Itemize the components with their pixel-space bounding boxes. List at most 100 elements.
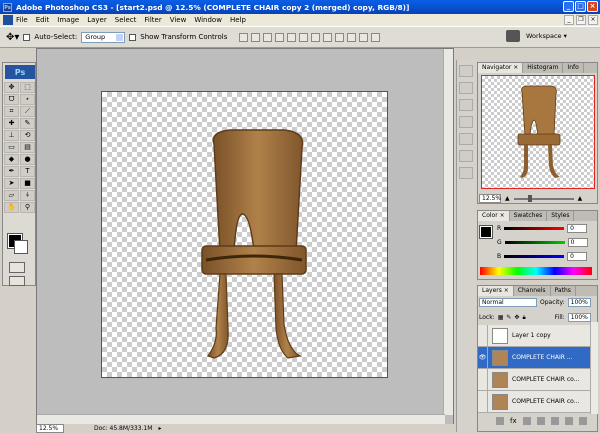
layer-row[interactable]: Layer 1 copy bbox=[478, 325, 590, 347]
slider-thumb[interactable] bbox=[527, 194, 532, 202]
trash-icon[interactable] bbox=[578, 417, 587, 425]
character-panel-icon[interactable] bbox=[459, 150, 473, 162]
lock-transparency-icon[interactable]: ▦ bbox=[498, 314, 504, 321]
new-group-icon[interactable] bbox=[550, 417, 559, 425]
eyedropper-icon[interactable]: ⍭ bbox=[20, 190, 35, 201]
dodge-tool-icon[interactable]: ● bbox=[20, 154, 35, 165]
visibility-toggle[interactable] bbox=[478, 391, 488, 412]
navigator-zoom-slider[interactable] bbox=[513, 194, 574, 202]
screen-mode-button[interactable] bbox=[9, 276, 25, 286]
brush-tool-icon[interactable]: ✎ bbox=[20, 118, 35, 129]
doc-close-button[interactable]: × bbox=[588, 15, 598, 25]
tab-paths[interactable]: Paths bbox=[551, 286, 576, 296]
channel-r-value[interactable]: 0 bbox=[567, 224, 588, 233]
distribute-left-icon[interactable] bbox=[347, 32, 357, 42]
hand-tool-icon[interactable]: ✋ bbox=[4, 202, 19, 213]
layer-row[interactable]: COMPLETE CHAIR co... bbox=[478, 391, 590, 413]
tab-channels[interactable]: Channels bbox=[514, 286, 551, 296]
menu-filter[interactable]: Filter bbox=[144, 16, 161, 24]
align-left-icon[interactable] bbox=[275, 32, 285, 42]
path-select-icon[interactable]: ➤ bbox=[4, 178, 19, 189]
visibility-toggle[interactable] bbox=[478, 369, 488, 390]
channel-b-slider[interactable] bbox=[504, 255, 565, 258]
tab-navigator[interactable]: Navigator × bbox=[478, 63, 524, 73]
adjustment-layer-icon[interactable] bbox=[536, 417, 545, 425]
navigator-zoom-field[interactable]: 12.5% bbox=[479, 194, 501, 203]
menu-help[interactable]: Help bbox=[230, 16, 246, 24]
lock-pixels-icon[interactable]: ✎ bbox=[506, 314, 511, 321]
lasso-tool-icon[interactable]: ᗜ bbox=[4, 94, 19, 105]
distribute-hcenter-icon[interactable] bbox=[359, 32, 369, 42]
eraser-tool-icon[interactable]: ▭ bbox=[4, 142, 19, 153]
pen-tool-icon[interactable]: ✒ bbox=[4, 166, 19, 177]
layers-scrollbar[interactable] bbox=[590, 322, 598, 414]
actions-panel-icon[interactable] bbox=[459, 82, 473, 94]
menu-window[interactable]: Window bbox=[194, 16, 222, 24]
menu-edit[interactable]: Edit bbox=[36, 16, 50, 24]
menu-select[interactable]: Select bbox=[115, 16, 137, 24]
blend-mode-select[interactable]: Normal bbox=[479, 298, 537, 307]
align-right-icon[interactable] bbox=[299, 32, 309, 42]
channel-g-value[interactable]: 0 bbox=[567, 238, 588, 247]
marquee-tool-icon[interactable]: ⬚ bbox=[20, 82, 35, 93]
layer-comps-icon[interactable] bbox=[459, 133, 473, 145]
lock-position-icon[interactable]: ✥ bbox=[514, 314, 519, 321]
workspace-menu[interactable]: Workspace ▾ bbox=[506, 30, 567, 42]
paragraph-panel-icon[interactable] bbox=[459, 167, 473, 179]
auto-select-checkbox[interactable] bbox=[23, 33, 31, 41]
link-layers-icon[interactable] bbox=[496, 417, 504, 425]
blur-tool-icon[interactable]: ◆ bbox=[4, 154, 19, 165]
menu-image[interactable]: Image bbox=[57, 16, 79, 24]
distribute-right-icon[interactable] bbox=[371, 32, 381, 42]
distribute-bottom-icon[interactable] bbox=[335, 32, 345, 42]
channel-g-slider[interactable] bbox=[504, 241, 565, 244]
layer-mask-icon[interactable] bbox=[522, 417, 531, 425]
status-arrow-icon[interactable]: ▸ bbox=[158, 425, 161, 432]
tool-presets-icon[interactable] bbox=[459, 116, 473, 128]
navigator-preview[interactable] bbox=[481, 75, 595, 189]
align-hcenter-icon[interactable] bbox=[287, 32, 297, 42]
background-color-swatch[interactable] bbox=[14, 240, 28, 254]
eye-icon[interactable]: 👁︎ bbox=[478, 347, 488, 368]
zoom-field[interactable]: 12.5% bbox=[36, 423, 64, 433]
align-vcenter-icon[interactable] bbox=[251, 32, 261, 42]
menu-file[interactable]: File bbox=[16, 16, 28, 24]
crop-tool-icon[interactable]: ⌗ bbox=[4, 106, 19, 117]
color-foreground-swatch[interactable] bbox=[479, 225, 493, 239]
zoom-out-icon[interactable]: ▲ bbox=[505, 195, 510, 202]
tab-info[interactable]: Info bbox=[563, 63, 584, 73]
tab-histogram[interactable]: Histogram bbox=[523, 63, 564, 73]
close-button[interactable]: × bbox=[587, 1, 598, 12]
horizontal-scrollbar[interactable] bbox=[37, 414, 445, 424]
opacity-field[interactable]: 100% bbox=[567, 298, 591, 307]
vertical-scrollbar[interactable] bbox=[443, 49, 453, 415]
slice-tool-icon[interactable]: ⟋ bbox=[20, 106, 35, 117]
menu-view[interactable]: View bbox=[170, 16, 187, 24]
layer-row-selected[interactable]: 👁︎ COMPLETE CHAIR ... bbox=[478, 347, 590, 369]
gradient-tool-icon[interactable]: ▤ bbox=[20, 142, 35, 153]
magic-wand-icon[interactable]: ⋆ bbox=[20, 94, 35, 105]
brushes-panel-icon[interactable] bbox=[459, 99, 473, 111]
menu-layer[interactable]: Layer bbox=[87, 16, 107, 24]
lock-all-icon[interactable]: 🔒︎ bbox=[522, 314, 525, 322]
tab-styles[interactable]: Styles bbox=[547, 211, 575, 221]
history-brush-icon[interactable]: ⟲ bbox=[20, 130, 35, 141]
notes-tool-icon[interactable]: ▱ bbox=[4, 190, 19, 201]
doc-minimize-button[interactable]: _ bbox=[564, 15, 574, 25]
doc-restore-button[interactable]: ❐ bbox=[576, 15, 586, 25]
tab-layers[interactable]: Layers × bbox=[478, 286, 514, 296]
fill-field[interactable]: 100% bbox=[567, 313, 591, 322]
fx-icon[interactable]: fx bbox=[510, 417, 517, 425]
align-top-icon[interactable] bbox=[239, 32, 249, 42]
move-tool-icon[interactable]: ✥▾ bbox=[6, 32, 19, 43]
healing-brush-icon[interactable]: ✚ bbox=[4, 118, 19, 129]
zoom-in-icon[interactable]: ▲ bbox=[578, 195, 583, 202]
color-spectrum[interactable] bbox=[480, 267, 592, 275]
layer-row[interactable]: COMPLETE CHAIR co... bbox=[478, 369, 590, 391]
clone-stamp-icon[interactable]: ⊥ bbox=[4, 130, 19, 141]
move-tool-icon[interactable]: ✥ bbox=[4, 82, 19, 93]
distribute-top-icon[interactable] bbox=[311, 32, 321, 42]
channel-b-value[interactable]: 0 bbox=[567, 252, 588, 261]
zoom-tool-icon[interactable]: ⚲ bbox=[20, 202, 35, 213]
tab-swatches[interactable]: Swatches bbox=[510, 211, 548, 221]
